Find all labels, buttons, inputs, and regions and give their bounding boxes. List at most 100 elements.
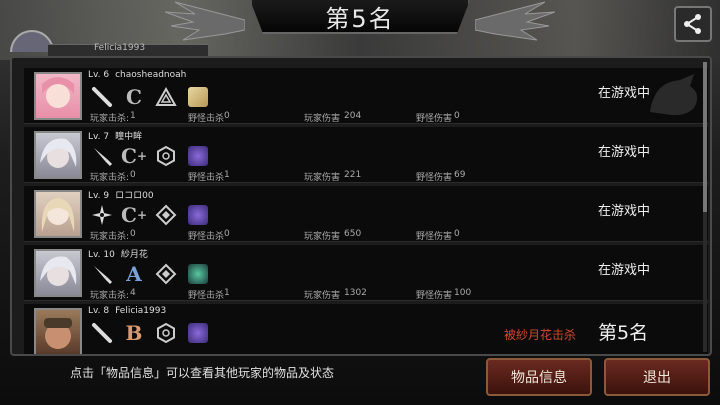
knife-icon <box>90 144 114 168</box>
equipment-icons: A <box>90 262 210 286</box>
item-icon <box>186 203 210 227</box>
final-rank: 第5名 <box>598 322 649 344</box>
player-kills-value: 0 <box>130 229 136 239</box>
monster-damage-label: 野怪伤害 <box>416 114 453 124</box>
status-text: 在游戏中 <box>598 263 651 278</box>
avatar <box>34 308 82 354</box>
equipment-icons: B <box>90 321 210 345</box>
player-damage-label: 玩家伤害 <box>304 232 341 242</box>
weapon-grade: A <box>122 262 146 286</box>
player-list-panel[interactable]: Lv. 6 chaosheadnoah C 玩家击杀: 1 野怪击杀 0 玩家伤害… <box>10 56 712 356</box>
player-kills-label: 玩家击杀: <box>90 232 130 242</box>
avatar <box>34 72 82 120</box>
weapon-grade: B <box>122 321 146 345</box>
avatar <box>34 190 82 238</box>
player-damage-label: 玩家伤害 <box>304 173 341 183</box>
monster-kills-value: 0 <box>224 229 230 239</box>
weapon-grade: C <box>122 85 146 109</box>
grade-plus: + <box>136 149 147 163</box>
grade-letter: C <box>126 85 142 109</box>
player-row[interactable]: Lv. 9 ロコロ00 C + 玩家击杀: 0 野怪击杀 0 玩家伤害 650 野怪… <box>24 186 708 242</box>
player-damage-value: 1302 <box>344 288 367 298</box>
avatar <box>34 131 82 179</box>
monster-damage-value: 100 <box>454 288 472 298</box>
monster-damage-label: 野怪伤害 <box>416 232 453 242</box>
grade-letter: C <box>121 203 137 227</box>
bat-icon <box>90 85 114 109</box>
player-kills-label: 玩家击杀: <box>90 291 130 301</box>
equipment-icons: C + <box>90 144 210 168</box>
grade-letter: B <box>125 321 143 345</box>
equipment-icons: C <box>90 85 210 109</box>
bat-icon <box>90 321 114 345</box>
scrollbar[interactable] <box>703 62 707 352</box>
hint-text: 点击「物品信息」可以查看其他玩家的物品及状态 <box>70 366 335 380</box>
player-row[interactable]: Lv. 10 紗月花 A 玩家击杀: 4 野怪击杀 1 玩家伤害 1302 野怪伤… <box>24 245 708 301</box>
share-button[interactable] <box>674 6 712 42</box>
partial-player-name: Felicia1993 <box>94 43 146 53</box>
player-kills-value: 4 <box>130 288 136 298</box>
left-wing-ornament-icon <box>165 1 245 41</box>
rank-title-banner: 第5名 <box>250 0 470 34</box>
monster-kills-label: 野怪击杀 <box>188 232 225 242</box>
monster-kills-value: 1 <box>224 170 230 180</box>
player-name: Felicia1993 <box>115 306 167 316</box>
monster-damage-value: 69 <box>454 170 466 180</box>
item-icon <box>186 144 210 168</box>
monster-kills-label: 野怪击杀 <box>188 291 225 301</box>
quit-button[interactable]: 退出 <box>604 358 710 396</box>
player-kills-label: 玩家击杀: <box>90 173 130 183</box>
page-title: 第5名 <box>325 4 395 33</box>
weapon-grade: C + <box>121 203 147 227</box>
player-row[interactable]: Lv. 7 瞳中眸 C + 玩家击杀: 0 野怪击杀 1 玩家伤害 221 野怪伤害… <box>24 127 708 183</box>
monster-damage-value: 0 <box>454 111 460 121</box>
item-icon <box>186 85 210 109</box>
monster-kills-value: 1 <box>224 288 230 298</box>
item-icon <box>186 321 210 345</box>
status-text: 在游戏中 <box>598 145 651 160</box>
player-kills-value: 0 <box>130 170 136 180</box>
grade-letter: A <box>126 262 142 286</box>
player-name: chaosheadnoah <box>115 70 187 80</box>
player-row[interactable]: Lv. 8 Felicia1993 B 被紗月花击杀 第5名 <box>24 304 708 354</box>
player-damage-value: 204 <box>344 111 362 121</box>
wolf-emblem-icon <box>650 74 698 116</box>
player-level: Lv. 8 <box>88 306 110 316</box>
diamond-skill-icon <box>154 203 178 227</box>
player-damage-label: 玩家伤害 <box>304 114 341 124</box>
monster-damage-label: 野怪伤害 <box>416 173 453 183</box>
killed-by-text: 被紗月花击杀 <box>504 328 577 342</box>
share-icon <box>684 14 701 34</box>
player-level: Lv. 6 <box>88 70 110 80</box>
right-wing-ornament-icon <box>475 1 555 41</box>
status-text: 在游戏中 <box>598 204 651 219</box>
grade-letter: C <box>121 144 137 168</box>
player-kills-label: 玩家击杀: <box>90 114 130 124</box>
avatar <box>34 249 82 297</box>
hexagon-skill-icon <box>154 144 178 168</box>
player-name: ロコロ00 <box>115 191 154 201</box>
item-icon <box>186 262 210 286</box>
player-kills-value: 1 <box>130 111 136 121</box>
scrollbar-thumb[interactable] <box>703 62 707 212</box>
grade-plus: + <box>136 208 147 222</box>
equipment-icons: C + <box>90 203 210 227</box>
monster-kills-label: 野怪击杀 <box>188 173 225 183</box>
player-level-name: Lv. 10 紗月花 <box>88 247 148 260</box>
player-row[interactable]: Lv. 6 chaosheadnoah C 玩家击杀: 1 野怪击杀 0 玩家伤害… <box>24 68 708 124</box>
knife-icon <box>90 262 114 286</box>
monster-kills-value: 0 <box>224 111 230 121</box>
player-level-name: Lv. 8 Felicia1993 <box>88 306 166 316</box>
player-level: Lv. 10 <box>88 250 115 260</box>
player-damage-label: 玩家伤害 <box>304 291 341 301</box>
shuriken-icon <box>90 203 114 227</box>
weapon-grade: C + <box>121 144 147 168</box>
player-damage-value: 650 <box>344 229 362 239</box>
item-info-button[interactable]: 物品信息 <box>486 358 592 396</box>
player-level-name: Lv. 9 ロコロ00 <box>88 188 154 201</box>
triangle-skill-icon <box>154 85 178 109</box>
monster-damage-value: 0 <box>454 229 460 239</box>
player-level-name: Lv. 6 chaosheadnoah <box>88 70 186 80</box>
monster-damage-label: 野怪伤害 <box>416 291 453 301</box>
player-level: Lv. 9 <box>88 191 110 201</box>
